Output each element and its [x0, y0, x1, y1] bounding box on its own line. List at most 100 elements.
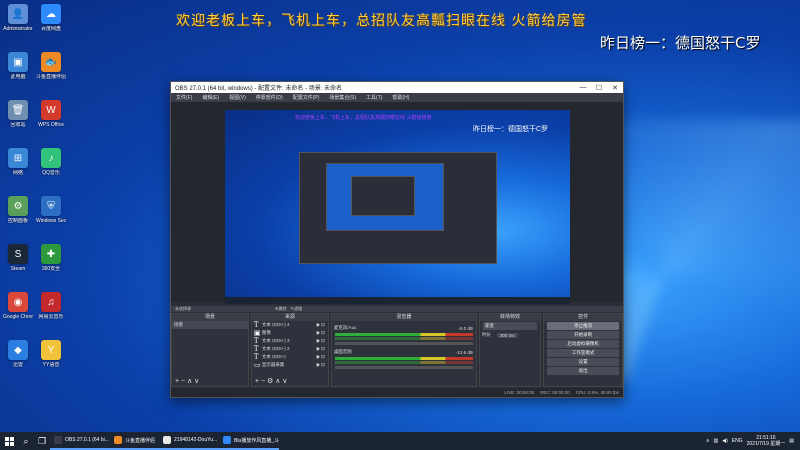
desktop-icon[interactable]: ▣ 此电脑	[3, 52, 33, 80]
control-button[interactable]: 退出	[547, 367, 619, 375]
volume-slider[interactable]	[334, 366, 473, 369]
visibility-icon[interactable]: ◉ ⊡	[316, 338, 328, 344]
control-button[interactable]: 设置	[547, 358, 619, 366]
mixer-channel: 桌面音频 -12.6 dB	[332, 348, 476, 369]
desktop-icon[interactable]: 🐟 斗鱼直播伴侣	[36, 52, 66, 80]
source-item[interactable]: T 文本 (GDI+) 2 ◉ ⊡	[252, 345, 328, 353]
rec-status: REC: 00:00:00	[540, 390, 570, 395]
duration-input[interactable]: 300 ms	[496, 332, 518, 338]
clock[interactable]: 21:51:16 2021/7/19 星期一	[747, 435, 786, 447]
desktop-icon[interactable]: ♪ QQ音乐	[36, 148, 66, 176]
taskbar-app[interactable]: 21948142-DouYu...	[159, 432, 220, 450]
desktop-icon[interactable]: 👤 Administrator	[3, 4, 33, 32]
desktop-icon[interactable]: ⊞ 网络	[3, 148, 33, 176]
control-button[interactable]: 停止推流	[547, 322, 619, 330]
minimize-icon[interactable]: —	[575, 84, 591, 91]
transition-select[interactable]: 渐变	[482, 322, 538, 330]
taskbar-app-icon	[114, 436, 122, 444]
desktop-icon[interactable]: S Steam	[3, 244, 33, 272]
start-button[interactable]	[0, 432, 18, 450]
source-name: 显示器采集	[261, 362, 285, 367]
desktop-icon-label: Windows Security	[36, 218, 66, 224]
menu-item[interactable]: 停靠部件(D)	[251, 94, 288, 101]
taskbar-app[interactable]: OBS 27.0.1 (64 bi...	[50, 432, 110, 450]
stream-preview[interactable]: 欢迎老板上车，飞机上车，总招队友高瓢扫眼在线 火箭给房管 昨日榜一：德国怒干C罗	[225, 110, 570, 304]
filters-button[interactable]: ✎滤镜	[287, 306, 302, 312]
taskbar-app-label: OBS 27.0.1 (64 bi...	[65, 437, 109, 443]
source-item[interactable]: T 文本 (GDI+) 4 ◉ ⊡	[252, 321, 328, 329]
channel-db: -0.0 dB	[458, 325, 473, 331]
network-icon[interactable]: ▥	[714, 438, 719, 444]
audio-meter	[334, 357, 473, 360]
visibility-icon[interactable]: ◉ ⊡	[316, 354, 328, 360]
menu-item[interactable]: 配置文件(P)	[288, 94, 325, 101]
desktop-icon[interactable]: ✚ 360安全	[36, 244, 66, 272]
app-icon: ▣	[8, 52, 28, 72]
scene-item[interactable]: 场景	[172, 321, 248, 329]
menu-item[interactable]: 帮助(H)	[387, 94, 414, 101]
source-name: 图像	[261, 330, 271, 335]
input-language[interactable]: ENG	[732, 438, 743, 444]
desktop-icon-label: Administrator	[3, 26, 33, 32]
desktop-icon[interactable]: 🗑 回收站	[3, 100, 33, 128]
menu-item[interactable]: 编辑(E)	[197, 94, 224, 101]
desktop-icon[interactable]: ⚙ 控制面板	[3, 196, 33, 224]
desktop-icon[interactable]: Y YY语音	[36, 340, 66, 368]
desktop-icon-label: WPS Office	[38, 122, 64, 128]
volume-slider[interactable]	[334, 342, 473, 345]
taskbar: ⌕ ❐ OBS 27.0.1 (64 bi... 斗鱼直播伴侣 21948142-D…	[0, 432, 800, 450]
close-icon[interactable]: ✕	[607, 84, 623, 92]
taskview-icon[interactable]: ❐	[34, 433, 50, 449]
obs-titlebar[interactable]: OBS 27.0.1 (64 bit, windows) - 配置文件: 未命名…	[171, 82, 623, 93]
desktop-icon-label: 此电脑	[10, 74, 26, 80]
app-icon: ✚	[41, 244, 61, 264]
app-icon: Y	[41, 340, 61, 360]
desktop-icon-label: 网络	[12, 170, 23, 176]
desktop-icon-label: YY语音	[42, 362, 60, 368]
taskbar-app-icon	[163, 436, 172, 444]
search-icon[interactable]: ⌕	[18, 433, 34, 449]
transitions-dock: 转场特效 渐变 时长 300 ms	[478, 313, 542, 387]
scene-controls[interactable]: + − ∧ ∨	[175, 377, 199, 385]
desktop-icon[interactable]: W WPS Office	[36, 100, 66, 128]
source-item[interactable]: ▣ 图像 ◉ ⊡	[252, 329, 328, 337]
properties-button[interactable]: ⚙属性	[271, 306, 287, 312]
visibility-icon[interactable]: ◉ ⊡	[316, 322, 328, 328]
taskbar-app[interactable]: 斗鱼直播伴侣	[110, 432, 160, 450]
app-icon: ⚙	[8, 196, 28, 216]
visibility-icon[interactable]: ◉ ⊡	[316, 346, 328, 352]
taskbar-app[interactable]: Blu播放作风直播_斗...	[219, 432, 280, 450]
desktop-icon[interactable]: ◉ Google Chrome	[3, 292, 33, 320]
control-button[interactable]: 工作室模式	[547, 349, 619, 357]
desktop-icon-label: 迅雷	[12, 362, 23, 368]
audio-meter	[334, 361, 473, 364]
audio-meter	[334, 337, 473, 340]
visibility-icon[interactable]: ◉ ⊡	[316, 330, 328, 336]
cpu-status: CPU: 0.9%, 40.00 fps	[575, 390, 619, 395]
tray-arrow-icon[interactable]: ∧	[706, 438, 710, 444]
control-button[interactable]: 启动虚拟摄像机	[547, 340, 619, 348]
menu-item[interactable]: 场景集合(S)	[324, 94, 361, 101]
image-source-icon: ▭	[253, 361, 261, 369]
preview-area: 欢迎老板上车，飞机上车，总招队友高瓢扫眼在线 火箭给房管 昨日榜一：德国怒干C罗	[171, 102, 623, 304]
text-source-icon: T	[253, 353, 259, 361]
sources-title: 来源	[251, 314, 328, 321]
desktop-icon[interactable]: ♫ 网易云音乐	[36, 292, 66, 320]
desktop-icon[interactable]: ⛨ Windows Security	[36, 196, 66, 224]
desktop-icon[interactable]: ◆ 迅雷	[3, 340, 33, 368]
maximize-icon[interactable]: ☐	[591, 84, 607, 92]
visibility-icon[interactable]: ◉ ⊡	[316, 362, 328, 368]
notification-icon[interactable]: ▤	[789, 438, 794, 444]
menu-item[interactable]: 视图(V)	[224, 94, 251, 101]
control-button[interactable]: 开始录制	[547, 331, 619, 339]
source-item[interactable]: ▭ 显示器采集 ◉ ⊡	[252, 361, 328, 369]
desktop-icon-label: 斗鱼直播伴侣	[36, 74, 66, 80]
source-controls[interactable]: + − ⚙ ∧ ∨	[255, 377, 287, 385]
menu-item[interactable]: 文件(F)	[171, 94, 197, 101]
desktop-icon[interactable]: ☁ 百度网盘	[36, 4, 66, 32]
source-item[interactable]: T 文本 (GDI+) 3 ◉ ⊡	[252, 337, 328, 345]
menu-item[interactable]: 工具(T)	[361, 94, 387, 101]
volume-icon[interactable]: ◀)	[722, 438, 728, 444]
source-item[interactable]: T 文本 (GDI+) ◉ ⊡	[252, 353, 328, 361]
marquee-text: 欢迎老板上车，飞机上车，总招队友高瓢扫眼在线 火箭给房管	[176, 13, 587, 29]
